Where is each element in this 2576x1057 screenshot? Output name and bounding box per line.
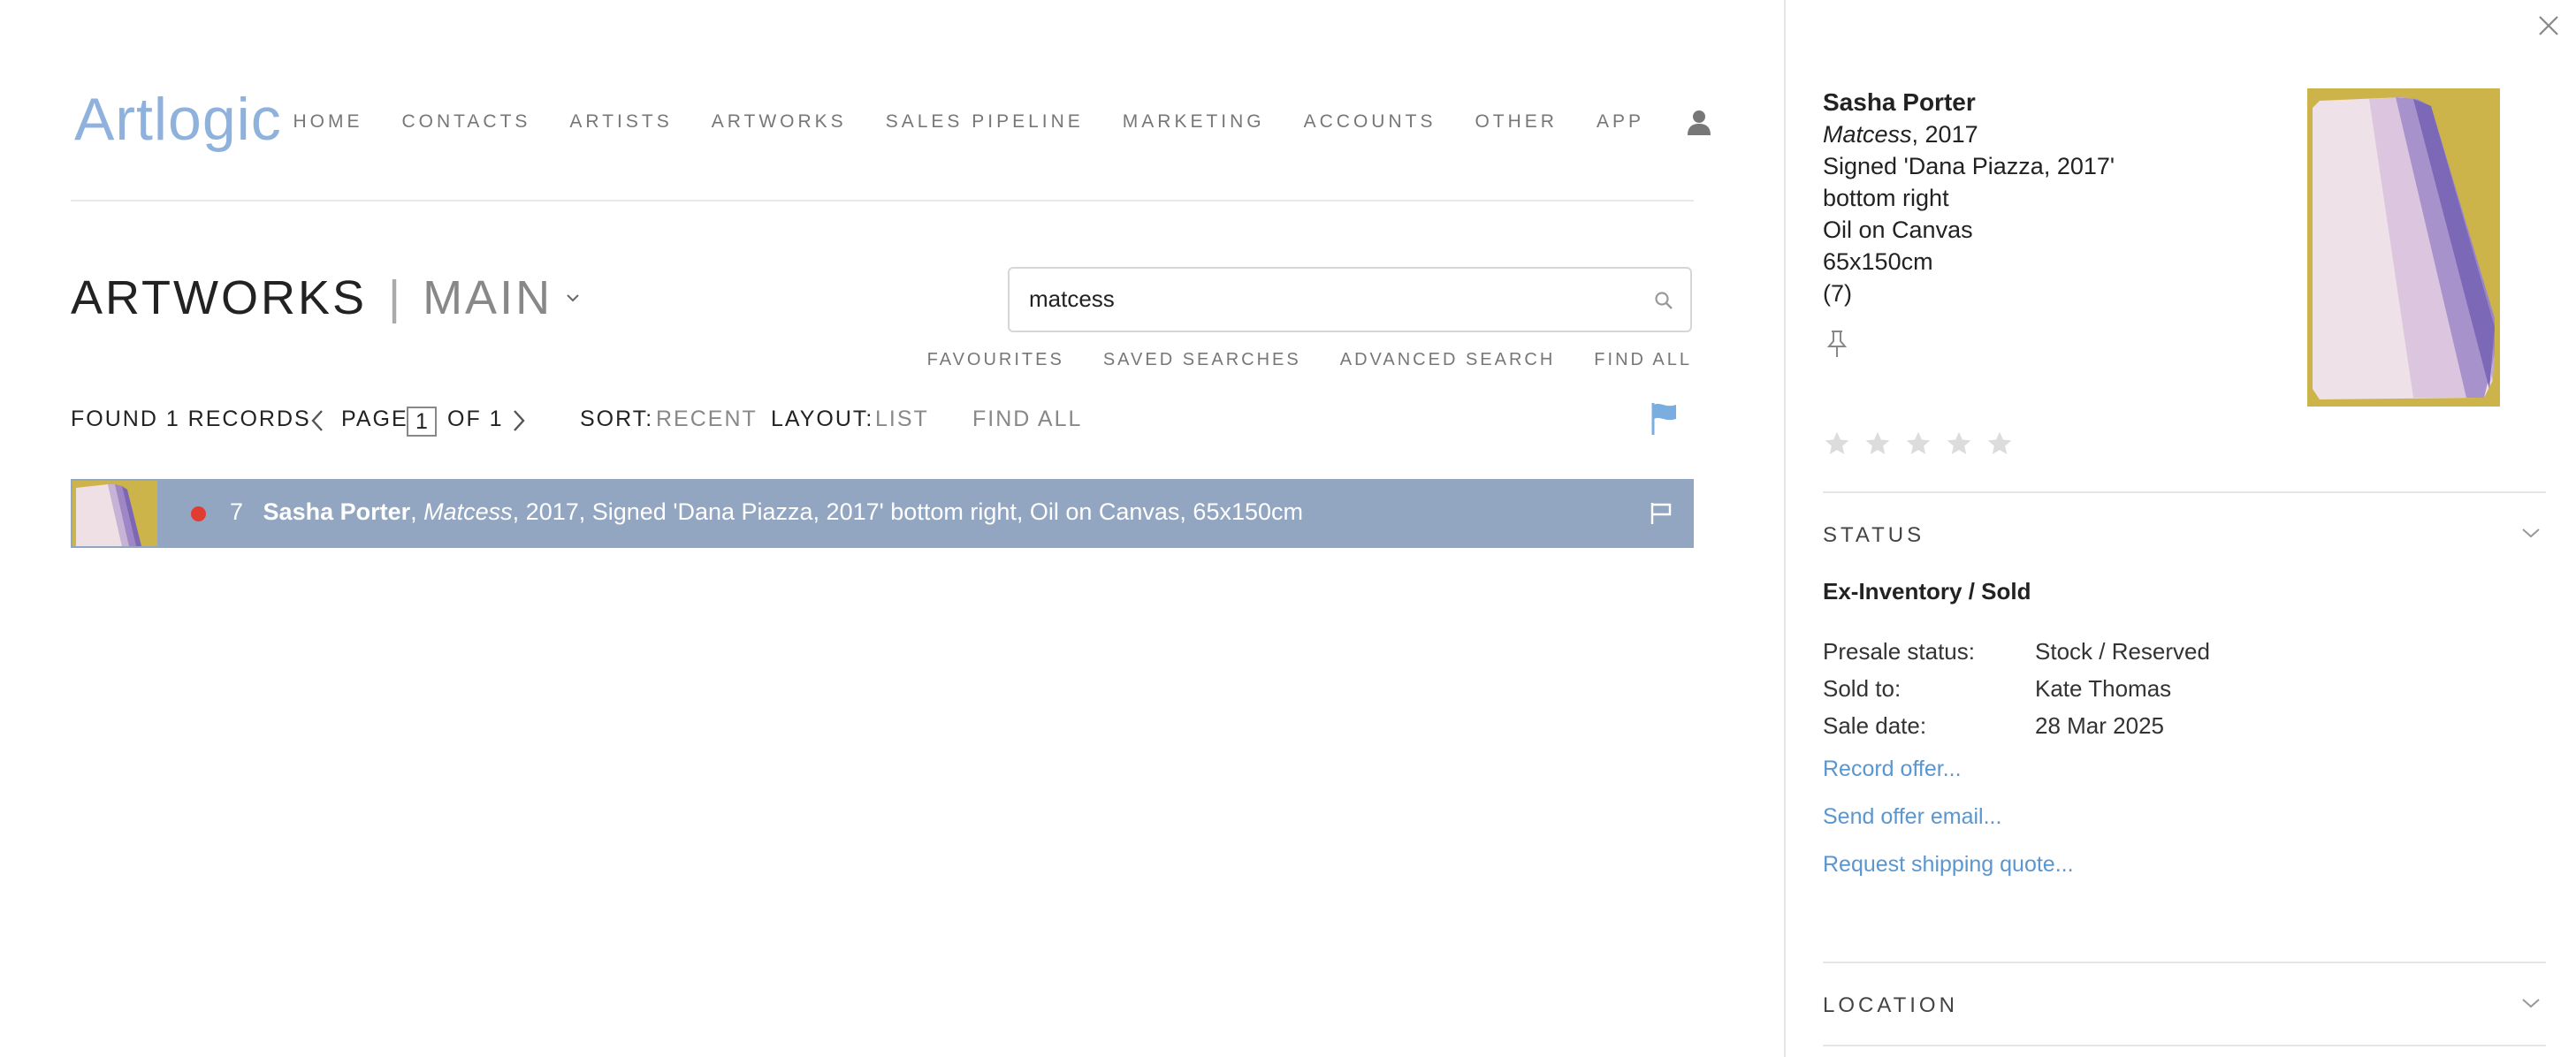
page-total: OF 1 [447, 407, 504, 431]
row-flag-icon[interactable] [1648, 500, 1674, 527]
found-prefix: FOUND [71, 407, 166, 431]
records-count: FOUND 1 RECORDS [71, 407, 311, 432]
star-icon[interactable] [1945, 430, 1973, 458]
result-details: , 2017, Signed 'Dana Piazza, 2017' botto… [512, 498, 1304, 525]
location-bottom-divider [1823, 1045, 2546, 1046]
chevron-down-icon[interactable] [2521, 527, 2541, 539]
layout-label: LAYOUT: [771, 407, 874, 431]
search-icon[interactable] [1653, 290, 1674, 311]
artwork-image[interactable] [2307, 88, 2500, 407]
field-value: Stock / Reserved [2035, 638, 2210, 665]
nav-accounts[interactable]: ACCOUNTS [1304, 111, 1437, 133]
detail-title: Matcess [1823, 121, 1912, 148]
next-page-icon[interactable] [511, 408, 527, 433]
nav-marketing[interactable]: MARKETING [1123, 111, 1265, 133]
result-artist: Sasha Porter [263, 498, 411, 525]
star-icon[interactable] [1823, 430, 1851, 458]
results-toolbar: FOUND 1 RECORDS PAGE 1 OF 1 SORT: RECENT… [71, 403, 1694, 438]
main-panel: Artlogic HOME CONTACTS ARTISTS ARTWORKS … [0, 0, 1784, 1057]
detail-panel: Sasha Porter Matcess, 2017 Signed 'Dana … [1784, 0, 2576, 1057]
close-icon[interactable] [2535, 12, 2562, 39]
found-count: 1 [165, 407, 180, 431]
sort-label: SORT: [580, 407, 654, 431]
location-divider [1823, 962, 2546, 963]
detail-medium: Oil on Canvas [1823, 217, 1973, 243]
pin-icon[interactable] [1825, 329, 1849, 359]
main-nav: HOME CONTACTS ARTISTS ARTWORKS SALES PIP… [254, 108, 1713, 136]
star-icon[interactable] [1863, 430, 1892, 458]
nav-contacts[interactable]: CONTACTS [401, 111, 530, 133]
find-all-link[interactable]: FIND ALL [1594, 350, 1692, 370]
presale-status-row: Presale status: Stock / Reserved [1823, 638, 2210, 665]
location-section-header[interactable]: LOCATION [1823, 993, 1958, 1018]
page-title-text: ARTWORKS [71, 271, 368, 324]
header-divider [71, 200, 1694, 202]
title-separator: | [388, 271, 404, 324]
status-section-header[interactable]: STATUS [1823, 523, 1924, 548]
chevron-down-icon[interactable] [565, 290, 581, 306]
detail-artist[interactable]: Sasha Porter [1823, 87, 2115, 118]
detail-stock-number: (7) [1823, 280, 1852, 307]
search-box [1008, 267, 1692, 332]
detail-dimensions: 65x150cm [1823, 248, 1933, 275]
layout-value[interactable]: LIST [875, 407, 929, 432]
found-suffix: RECORDS [179, 407, 311, 431]
result-title: Matcess [423, 498, 513, 525]
star-icon[interactable] [1904, 430, 1932, 458]
result-number: 7 [230, 498, 244, 525]
status-divider [1823, 491, 2546, 493]
field-label: Sold to: [1823, 675, 1902, 702]
detail-signed: Signed 'Dana Piazza, 2017' [1823, 153, 2115, 179]
field-label: Presale status: [1823, 638, 1975, 665]
toolbar-find-all[interactable]: FIND ALL [972, 407, 1082, 432]
detail-year: , 2017 [1911, 121, 1978, 148]
artwork-thumbnail[interactable] [72, 481, 157, 546]
rating-stars [1823, 430, 2026, 458]
detail-signed-position: bottom right [1823, 185, 1949, 211]
nav-artworks[interactable]: ARTWORKS [712, 111, 847, 133]
artwork-details: Sasha Porter Matcess, 2017 Signed 'Dana … [1823, 87, 2115, 309]
page-current[interactable]: 1 [407, 407, 437, 437]
search-links: FAVOURITES SAVED SEARCHES ADVANCED SEARC… [888, 350, 1692, 370]
result-description: 7 Sasha Porter, Matcess, 2017, Signed 'D… [230, 498, 1304, 525]
user-icon[interactable] [1685, 108, 1713, 136]
favourites-link[interactable]: FAVOURITES [927, 350, 1064, 370]
field-value: 28 Mar 2025 [2035, 712, 2164, 739]
database-selector[interactable]: MAIN [423, 270, 553, 325]
detail-title-line: Matcess, 2017 [1823, 118, 2115, 150]
nav-app[interactable]: APP [1597, 111, 1644, 133]
nav-sales-pipeline[interactable]: SALES PIPELINE [886, 111, 1084, 133]
request-shipping-quote-link[interactable]: Request shipping quote... [1823, 852, 2074, 878]
page-label: PAGE [341, 407, 408, 431]
table-row[interactable]: 7 Sasha Porter, Matcess, 2017, Signed 'D… [71, 479, 1694, 548]
sold-to-row: Sold to: Kate Thomas [1823, 675, 2171, 703]
prev-page-icon[interactable] [309, 408, 325, 433]
artlogic-logo[interactable]: Artlogic [74, 85, 282, 154]
status-value: Ex-Inventory / Sold [1823, 578, 2031, 605]
send-offer-email-link[interactable]: Send offer email... [1823, 804, 2001, 830]
search-input[interactable] [1027, 285, 1632, 314]
flag-icon[interactable] [1648, 401, 1680, 437]
nav-artists[interactable]: ARTISTS [569, 111, 672, 133]
nav-home[interactable]: HOME [293, 111, 362, 133]
field-label: Sale date: [1823, 712, 1927, 739]
record-offer-link[interactable]: Record offer... [1823, 757, 1962, 782]
status-dot [191, 506, 206, 521]
advanced-search-link[interactable]: ADVANCED SEARCH [1340, 350, 1556, 370]
nav-other[interactable]: OTHER [1475, 111, 1558, 133]
page-title: ARTWORKS | MAIN [71, 270, 581, 325]
star-icon[interactable] [1985, 430, 2014, 458]
sale-date-row: Sale date: 28 Mar 2025 [1823, 712, 2164, 740]
field-value[interactable]: Kate Thomas [2035, 675, 2171, 703]
sort-value[interactable]: RECENT [656, 407, 758, 432]
saved-searches-link[interactable]: SAVED SEARCHES [1103, 350, 1301, 370]
chevron-down-icon[interactable] [2521, 997, 2541, 1009]
